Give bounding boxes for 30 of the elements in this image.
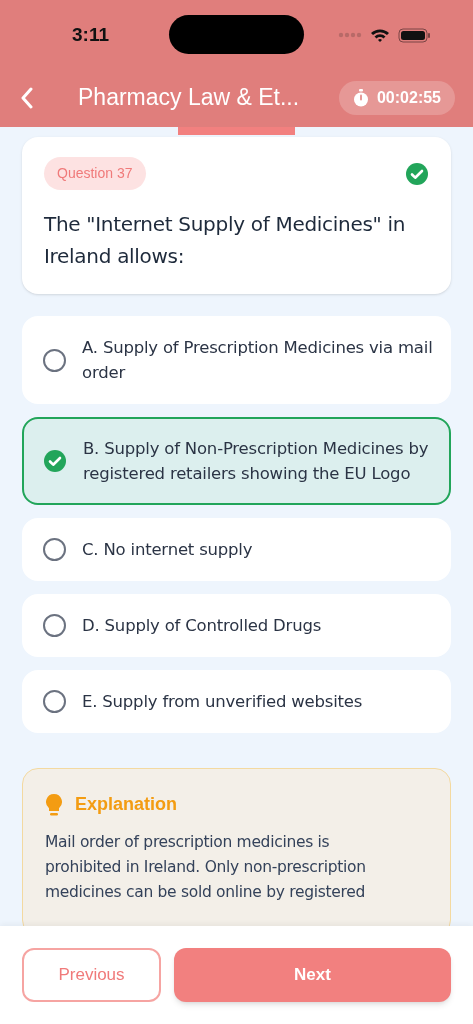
- answer-option[interactable]: C. No internet supply: [22, 518, 451, 581]
- radio-button[interactable]: [43, 614, 66, 637]
- radio-button[interactable]: [43, 348, 66, 372]
- radio-button[interactable]: [43, 538, 66, 561]
- question-text: The "Internet Supply of Medicines" in Ireland allows:: [44, 211, 407, 270]
- quiz-title: Pharmacy Law & Et...: [78, 83, 300, 113]
- explanation-text: medicines can be sold online by registered: [45, 882, 367, 903]
- explanation-title: Explanation: [75, 793, 177, 816]
- wifi-icon: [370, 27, 390, 43]
- answer-option[interactable]: D. Supply of Controlled Drugs: [22, 594, 451, 657]
- lightbulb-icon: [45, 792, 63, 817]
- answer-option[interactable]: E. Supply from unverified websites: [22, 670, 451, 733]
- selected-check-icon: [43, 449, 67, 473]
- radio-button[interactable]: [43, 690, 66, 713]
- option-text: D. Supply of Controlled Drugs: [82, 615, 322, 637]
- battery-icon: [398, 27, 431, 43]
- status-time: 3:11: [72, 22, 109, 47]
- explanation-text: prohibited in Ireland. Only non-prescription: [45, 857, 367, 878]
- back-icon: [20, 86, 34, 109]
- option-text: B. Supply of Non-Prescription Medicines by registered retailers showing the EU Logo: [83, 438, 430, 485]
- timer-text: 00:02:55: [376, 87, 441, 108]
- option-text: C. No internet supply: [82, 539, 253, 561]
- explanation-text: Mail order of prescription medicines is: [45, 832, 331, 853]
- answer-option[interactable]: B. Supply of Non-Prescription Medicines by registered retailers showing the EU Logo: [22, 417, 451, 505]
- answer-option[interactable]: A. Supply of Prescription Medicines via mail order: [22, 316, 451, 404]
- stopwatch-icon: [352, 88, 369, 107]
- signal-icon: [338, 32, 362, 38]
- option-text: A. Supply of Prescription Medicines via mail order: [82, 337, 434, 384]
- question-number: Question 37: [44, 157, 146, 190]
- option-text: E. Supply from unverified websites: [82, 691, 363, 713]
